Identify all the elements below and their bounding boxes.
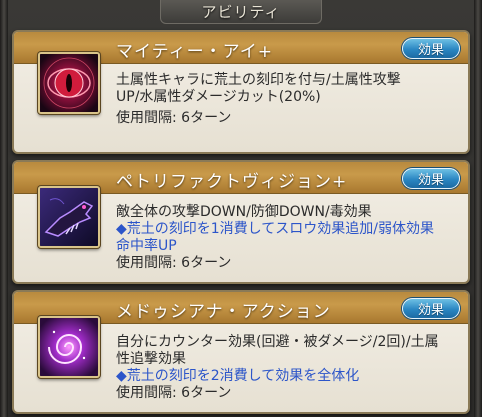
ability-description: 敵全体の攻撃DOWN/防御DOWN/毒効果 (116, 204, 372, 220)
ability-cooldown: 使用間隔: 6ターン (116, 385, 232, 401)
effect-button[interactable]: 効果 (402, 168, 460, 189)
effect-button[interactable]: 効果 (402, 298, 460, 319)
ability-name: ペトリファクトヴィジョン+ (116, 172, 348, 192)
ability-description: 自分にカウンター効果(回避・被ダメージ/2回)/土属性追撃効果 (116, 334, 439, 367)
panel-header: アビリティ (160, 0, 322, 24)
frame-rail-right (474, 0, 482, 417)
ability-name: メドゥシアナ・アクション (116, 302, 331, 322)
panel-title: アビリティ (201, 3, 281, 21)
ability-description-block: 土属性キャラに荒土の刻印を付与/土属性攻撃UP/水属性ダメージカット(20%) … (116, 72, 454, 127)
red-eye-icon (38, 52, 100, 114)
ability-card-medusiana-action[interactable]: メドゥシアナ・アクション 効果 自分にカウンター効果(回避・被ダメージ/2回)/… (12, 290, 470, 414)
purple-swirl-icon (38, 316, 100, 378)
ability-card-petrifact-vision[interactable]: ペトリファクトヴィジョン+ 効果 敵全体の攻撃DOWN/防御DOWN/毒効果 ◆… (12, 160, 470, 284)
frame-rail-left (0, 0, 8, 417)
ability-description-block: 敵全体の攻撃DOWN/防御DOWN/毒効果 ◆荒土の刻印を1消費してスロウ効果追… (116, 204, 454, 272)
ability-name: マイティー・アイ+ (116, 42, 274, 62)
ability-panel: アビリティ マイティー・アイ+ 効果 土属性キャラに荒土の刻印を付与/土属性攻撃… (0, 0, 482, 417)
ability-description: 土属性キャラに荒土の刻印を付与/土属性攻撃UP/水属性ダメージカット(20%) (116, 72, 401, 105)
ability-cooldown: 使用間隔: 6ターン (116, 255, 232, 271)
effect-button[interactable]: 効果 (402, 38, 460, 59)
ability-description-block: 自分にカウンター効果(回避・被ダメージ/2回)/土属性追撃効果 ◆荒土の刻印を2… (116, 334, 454, 402)
ability-extra-effect: ◆荒土の刻印を2消費して効果を全体化 (116, 368, 360, 384)
ability-cooldown: 使用間隔: 6ターン (116, 110, 232, 126)
ability-extra-effect: ◆荒土の刻印を1消費してスロウ効果追加/弱体効果命中率UP (116, 221, 434, 254)
ability-card-mighty-eye[interactable]: マイティー・アイ+ 効果 土属性キャラに荒土の刻印を付与/土属性攻撃UP/水属性… (12, 30, 470, 154)
purple-dragon-icon (38, 186, 100, 248)
